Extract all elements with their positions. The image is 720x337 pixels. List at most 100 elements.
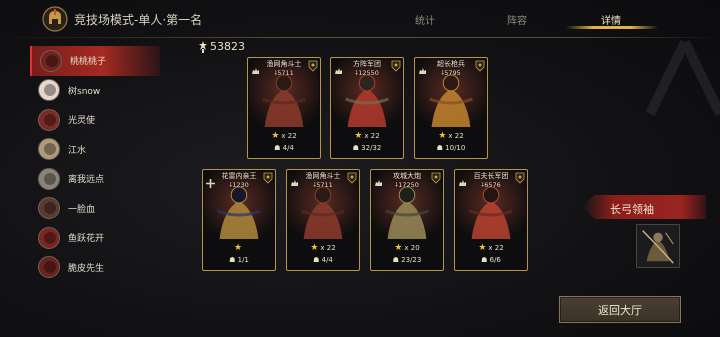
troops-icon: ☗ xyxy=(229,256,238,264)
avatar xyxy=(38,197,60,220)
avatar xyxy=(38,256,60,279)
tab-lineup[interactable]: 阵容 xyxy=(477,12,557,27)
troops-icon: ☗ xyxy=(313,256,322,264)
unit-power-value: 5711 xyxy=(316,181,333,189)
unit-troops: ☗ 1/1 xyxy=(203,256,275,264)
player-name: 光灵使 xyxy=(68,116,96,127)
star-icon: ★ xyxy=(478,243,487,253)
unit-star-count: x 22 xyxy=(364,132,380,140)
troops-icon: ☗ xyxy=(392,256,402,264)
unit-card[interactable]: 百夫长军团 ⸸6576 ★ x 22 ☗ 6/6 xyxy=(454,169,528,271)
unit-power: ⸸5711 xyxy=(313,181,333,189)
unit-power: ⸸5711 xyxy=(274,69,294,77)
unit-power-value: 1230 xyxy=(232,181,249,189)
unit-troop-count: 23/23 xyxy=(401,256,422,264)
avatar xyxy=(38,108,60,131)
unit-troops: ☗ 4/4 xyxy=(287,256,359,264)
unit-troops: ☗ 23/23 xyxy=(371,256,443,264)
unit-stars: ★ x 22 xyxy=(331,131,403,141)
unit-troop-count: 32/32 xyxy=(361,144,382,152)
avatar xyxy=(38,226,60,249)
unit-troops: ☗ 10/10 xyxy=(415,144,487,152)
player-name: 一脸血 xyxy=(68,204,96,215)
troops-icon: ☗ xyxy=(352,144,362,152)
unit-stars: ★ x 22 xyxy=(248,131,320,141)
player-name: 脆皮先生 xyxy=(68,263,105,274)
unit-stars: ★ xyxy=(203,243,275,253)
unit-troop-count: 4/4 xyxy=(282,144,294,152)
unit-troop-count: 6/6 xyxy=(489,256,501,264)
star-icon: ★ xyxy=(394,243,403,253)
unit-power-value: 17250 xyxy=(398,181,419,189)
tab-details[interactable]: 详情 xyxy=(571,12,651,27)
spartan-helmet-icon xyxy=(42,6,68,32)
unit-power-value: 12550 xyxy=(358,69,379,77)
power-icon xyxy=(199,40,207,53)
unit-troops: ☗ 6/6 xyxy=(455,256,527,264)
unit-power-value: 5795 xyxy=(444,69,461,77)
unit-star-count: x 22 xyxy=(448,132,464,140)
unit-troop-count: 10/10 xyxy=(445,144,466,152)
player-item[interactable]: 江水 xyxy=(30,135,160,165)
unit-power: ⸸17250 xyxy=(395,181,419,189)
avatar xyxy=(38,138,60,161)
unit-power-value: 6576 xyxy=(484,181,501,189)
star-icon: ★ xyxy=(271,131,280,141)
player-name: 离我远点 xyxy=(68,175,105,186)
unit-power: ⸸1230 xyxy=(229,181,249,189)
troops-icon: ☗ xyxy=(436,144,446,152)
player-name: 桃桃桃子 xyxy=(70,57,107,68)
star-icon: ★ xyxy=(354,131,363,141)
star-icon: ★ xyxy=(233,243,243,253)
unit-stars: ★ x 22 xyxy=(415,131,487,141)
unit-star-count: x 22 xyxy=(488,244,504,252)
troops-icon: ☗ xyxy=(274,144,283,152)
unit-stars: ★ x 22 xyxy=(455,243,527,253)
troops-icon: ☗ xyxy=(481,256,490,264)
unit-card[interactable]: 方阵军团 ⸸12550 ★ x 22 ☗ 32/32 xyxy=(330,57,404,159)
unit-troop-count: 1/1 xyxy=(237,256,249,264)
avatar xyxy=(38,79,60,102)
player-name: 树snow xyxy=(68,86,101,97)
player-list: 桃桃桃子树snow 光灵使江水离我远点一脸血鱼跃花开脆皮先生 xyxy=(30,46,160,282)
tab-stats[interactable]: 统计 xyxy=(385,12,465,27)
player-name: 鱼跃花开 xyxy=(68,234,105,245)
unit-troop-count: 4/4 xyxy=(321,256,333,264)
unit-stars: ★ x 22 xyxy=(287,243,359,253)
total-power-value: 53823 xyxy=(210,40,245,53)
avatar xyxy=(38,167,60,190)
player-item[interactable]: 树snow xyxy=(30,76,160,106)
player-item[interactable]: 光灵使 xyxy=(30,105,160,135)
unit-power-value: 5711 xyxy=(277,69,294,77)
decorative-triangle xyxy=(645,39,720,117)
player-item[interactable]: 一脸血 xyxy=(30,194,160,224)
unit-card[interactable]: 攻城大炮 ⸸17250 ★ x 20 ☗ 23/23 xyxy=(370,169,444,271)
unit-card[interactable]: 花雷内亲王 ⸸1230 ★ ☗ 1/1 xyxy=(202,169,276,271)
player-name: 江水 xyxy=(68,145,87,156)
unit-power: ⸸5795 xyxy=(441,69,461,77)
unit-card[interactable]: 超长枪兵 ⸸5795 ★ x 22 ☗ 10/10 xyxy=(414,57,488,159)
total-power: 53823 xyxy=(198,40,245,53)
player-item[interactable]: 离我远点 xyxy=(30,164,160,194)
player-item[interactable]: 桃桃桃子 xyxy=(30,46,160,76)
unit-star-count: x 20 xyxy=(404,244,420,252)
commander-label: 长弓领袖 xyxy=(610,203,654,216)
unit-card[interactable]: 渔网角斗士 ⸸5711 ★ x 22 ☗ 4/4 xyxy=(247,57,321,159)
active-tab-indicator xyxy=(566,26,658,29)
player-item[interactable]: 鱼跃花开 xyxy=(30,223,160,253)
unit-star-count: x 22 xyxy=(281,132,297,140)
unit-troops: ☗ 4/4 xyxy=(248,144,320,152)
unit-card[interactable]: 渔网角斗士 ⸸5711 ★ x 22 ☗ 4/4 xyxy=(286,169,360,271)
header-bar: 竞技场模式-单人·第一名 统计 阵容 详情 xyxy=(0,0,720,38)
page-title: 竞技场模式-单人·第一名 xyxy=(74,13,203,27)
star-icon: ★ xyxy=(438,131,447,141)
star-icon: ★ xyxy=(310,243,319,253)
unit-star-count: x 22 xyxy=(320,244,336,252)
commander-portrait[interactable] xyxy=(636,224,680,268)
unit-power: ⸸12550 xyxy=(355,69,379,77)
unit-power: ⸸6576 xyxy=(481,181,501,189)
player-item[interactable]: 脆皮先生 xyxy=(30,253,160,283)
unit-troops: ☗ 32/32 xyxy=(331,144,403,152)
return-to-lobby-button[interactable]: 返回大厅 xyxy=(559,296,681,323)
avatar xyxy=(40,49,62,72)
